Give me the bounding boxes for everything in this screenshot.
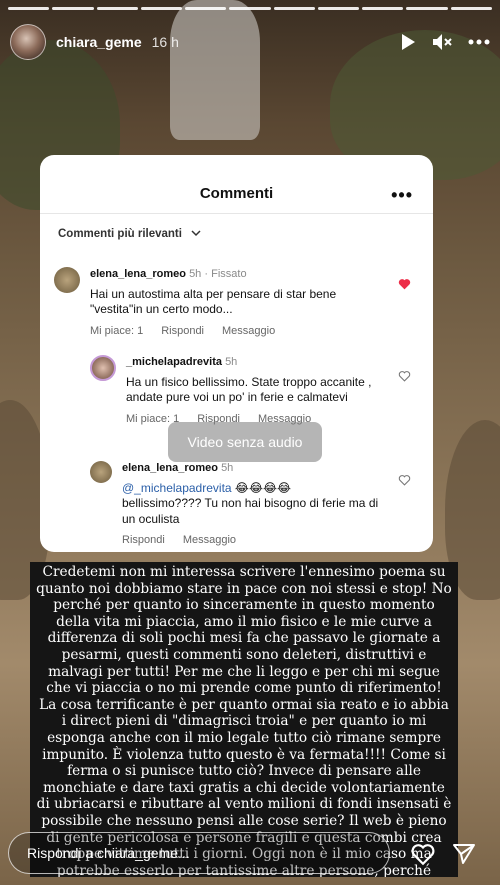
message-link: Messaggio bbox=[222, 324, 276, 337]
send-icon[interactable] bbox=[452, 843, 476, 870]
heart-filled-icon bbox=[398, 277, 411, 295]
progress-segment bbox=[8, 7, 50, 10]
avatar bbox=[54, 267, 80, 293]
chevron-down-icon bbox=[191, 228, 201, 240]
sort-label: Commenti più rilevanti bbox=[58, 228, 201, 240]
avatar[interactable] bbox=[10, 24, 46, 60]
comment-item: elena_lena_romeo 5h @_michelapadrevita 😂… bbox=[90, 461, 390, 549]
message-link: Messaggio bbox=[182, 534, 237, 546]
story-username[interactable]: chiara_geme bbox=[56, 34, 142, 50]
comment-item: _michelapadrevita 5h Ha un fisico bellis… bbox=[90, 355, 390, 427]
heart-outline-icon bbox=[398, 473, 411, 491]
reply-placeholder: Rispondi a chiara_geme... bbox=[27, 845, 190, 861]
comment-username: elena_lena_romeo bbox=[122, 462, 218, 474]
comment-username: _michelapadrevita bbox=[126, 356, 222, 368]
reply-input[interactable]: Rispondi a chiara_geme... bbox=[8, 832, 390, 874]
comments-title: Commenti bbox=[199, 185, 274, 202]
progress-segment bbox=[317, 7, 360, 10]
progress-segment bbox=[185, 7, 227, 10]
progress-segment bbox=[96, 7, 138, 10]
progress-segment bbox=[362, 7, 404, 10]
more-icon[interactable] bbox=[468, 39, 490, 45]
comments-screenshot-card: Commenti ••• Commenti più rilevanti elen… bbox=[40, 155, 433, 552]
progress-segment bbox=[450, 7, 492, 10]
reply-link: Rispondi bbox=[122, 534, 165, 546]
comment-item: elena_lena_romeo 5h · Fissato Hai un aut… bbox=[54, 267, 394, 339]
mute-icon[interactable] bbox=[432, 33, 452, 51]
emoji: 😂😂😂😂 bbox=[234, 480, 292, 495]
comment-text: @_michelapadrevita 😂😂😂😂 bellissimo???? T… bbox=[122, 480, 379, 526]
comment-text: Ha un fisico bellissimo. State troppo ac… bbox=[126, 374, 372, 405]
heart-icon[interactable] bbox=[410, 842, 436, 871]
story-caption: Credetemi non mi interessa scrivere l'en… bbox=[30, 562, 458, 877]
more-options-icon: ••• bbox=[391, 185, 413, 205]
avatar bbox=[90, 355, 116, 381]
video-no-audio-label: Video senza audio bbox=[168, 422, 322, 462]
progress-segment bbox=[140, 7, 183, 10]
comment-time: 5h bbox=[189, 268, 202, 280]
story-progress-bars bbox=[8, 7, 492, 10]
play-icon[interactable] bbox=[400, 33, 416, 51]
comment-time: 5h bbox=[221, 462, 234, 474]
comment-time: 5h bbox=[225, 356, 238, 368]
progress-segment bbox=[52, 7, 94, 10]
likes-count: Mi piace: 1 bbox=[90, 324, 144, 337]
pinned-tag: Fissato bbox=[211, 268, 247, 280]
divider bbox=[40, 213, 433, 214]
progress-segment bbox=[406, 7, 448, 10]
progress-segment bbox=[229, 7, 271, 10]
heart-outline-icon bbox=[398, 369, 411, 387]
mention-link: @_michelapadrevita bbox=[122, 480, 232, 495]
progress-segment bbox=[273, 7, 315, 10]
story-header: chiara_geme 16 h bbox=[10, 22, 490, 62]
comment-text: Hai un autostima alta per pensare di sta… bbox=[90, 286, 337, 317]
avatar bbox=[90, 461, 112, 483]
story-time: 16 h bbox=[151, 34, 179, 50]
comment-username: elena_lena_romeo bbox=[90, 268, 186, 280]
reply-link: Rispondi bbox=[161, 324, 205, 337]
